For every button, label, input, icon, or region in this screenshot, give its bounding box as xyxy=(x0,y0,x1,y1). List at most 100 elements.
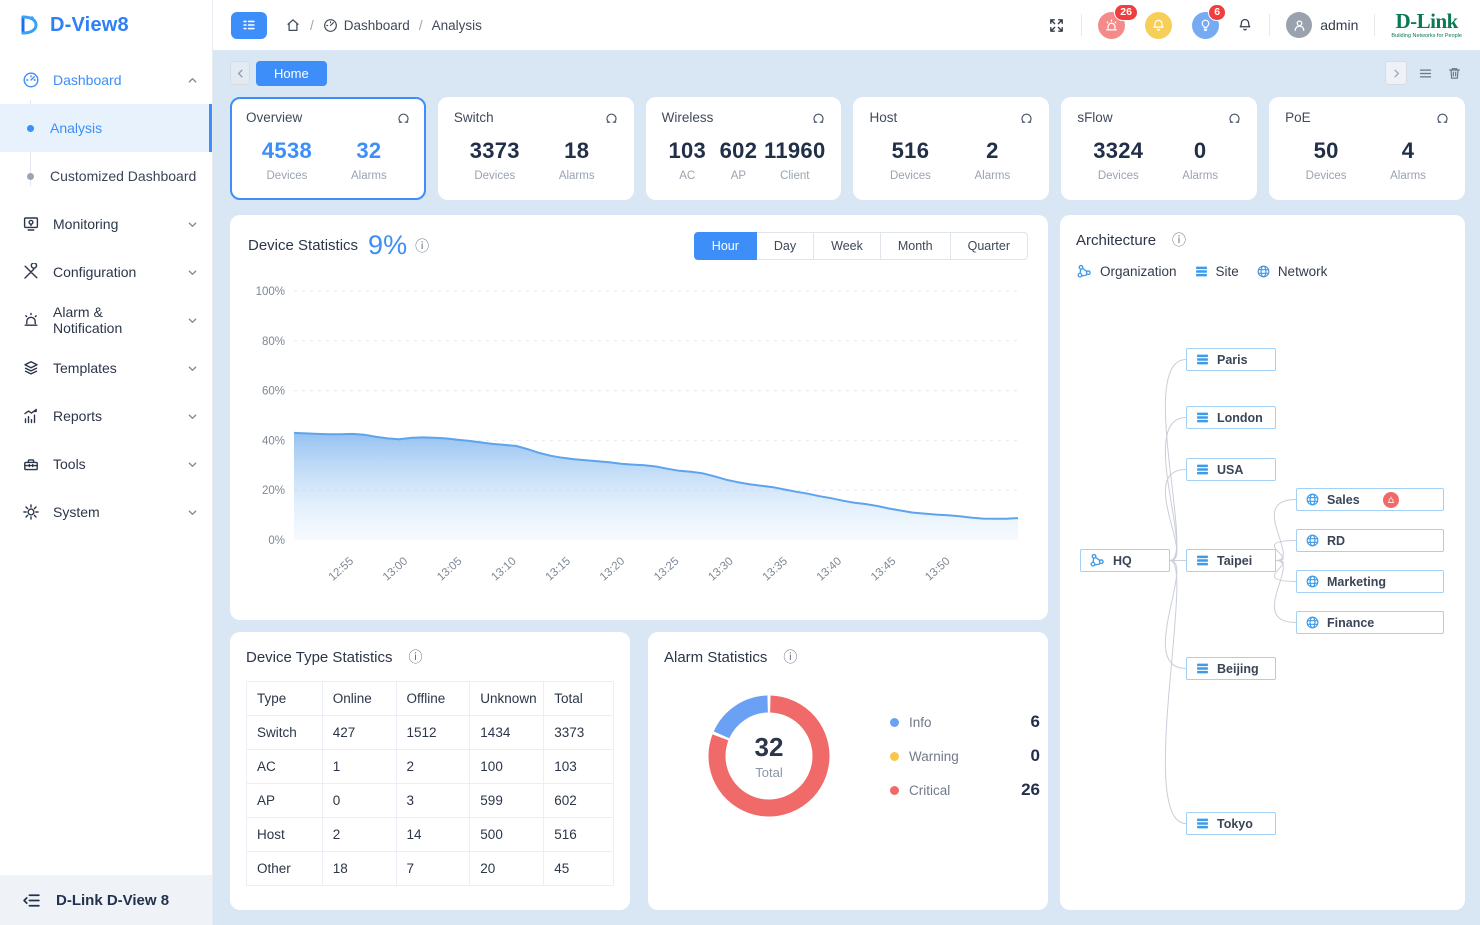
breadcrumb-analysis-label: Analysis xyxy=(432,18,482,33)
warning-alarms-button[interactable] xyxy=(1145,12,1172,39)
tabs-menu-button[interactable] xyxy=(1414,61,1436,85)
info-icon[interactable]: ⓘ xyxy=(1172,230,1186,250)
architecture-legend-site[interactable]: Site xyxy=(1216,264,1239,279)
home-icon xyxy=(285,17,301,33)
sidebar-item-alarm-notification[interactable]: Alarm & Notification xyxy=(0,296,212,344)
refresh-icon[interactable] xyxy=(1019,111,1034,126)
sidebar-collapse-button[interactable]: D-Link D-View 8 xyxy=(0,875,212,925)
dlink-logo-text: D-Link xyxy=(1391,11,1462,32)
tree-node-hq[interactable]: HQ xyxy=(1080,549,1170,572)
fullscreen-button[interactable] xyxy=(1048,17,1065,34)
range-button-hour[interactable]: Hour xyxy=(694,232,757,260)
stat-card-overview[interactable]: Overview4538Devices32Alarms xyxy=(230,97,426,200)
cell-unknown[interactable]: 20 xyxy=(470,852,544,886)
org-icon xyxy=(1089,552,1106,569)
info-icon[interactable]: ⓘ xyxy=(415,236,429,256)
content-area: Home Overview4538Devices32AlarmsSwitch33… xyxy=(213,50,1480,925)
card-metric-value: 0 xyxy=(1159,138,1241,164)
tree-node-label: HQ xyxy=(1113,554,1132,568)
network-icon xyxy=(1305,574,1320,589)
critical-alarms-button[interactable]: 26 xyxy=(1098,12,1125,39)
tree-node-usa[interactable]: USA xyxy=(1186,458,1276,481)
tree-node-marketing[interactable]: Marketing xyxy=(1296,570,1444,593)
cell-unknown[interactable]: 599 xyxy=(470,784,544,818)
user-menu[interactable]: admin xyxy=(1286,12,1358,38)
breadcrumb-dashboard[interactable]: Dashboard xyxy=(323,18,410,33)
table-row: Switch427151214343373 xyxy=(247,716,614,750)
sidebar-subitem-customized-dashboard[interactable]: Customized Dashboard xyxy=(0,152,212,200)
card-metric-label: AC xyxy=(662,170,713,182)
sidebar-item-system[interactable]: System xyxy=(0,488,212,536)
stat-card-poe[interactable]: PoE50Devices4Alarms xyxy=(1269,97,1465,200)
site-icon xyxy=(1195,462,1210,477)
range-button-day[interactable]: Day xyxy=(757,232,814,260)
tabs-scroll-right-button[interactable] xyxy=(1385,61,1407,85)
range-button-week[interactable]: Week xyxy=(814,232,881,260)
notifications-button[interactable] xyxy=(1237,17,1253,33)
tabs-scroll-left-button[interactable] xyxy=(230,61,250,85)
cell-total: 516 xyxy=(544,818,614,852)
alarm-legend-item-warning[interactable]: Warning0 xyxy=(890,746,1040,766)
sidebar-item-dashboard[interactable]: Dashboard xyxy=(0,56,212,104)
cell-online[interactable]: 18 xyxy=(322,852,396,886)
tree-node-tokyo[interactable]: Tokyo xyxy=(1186,812,1276,835)
cell-offline[interactable]: 7 xyxy=(396,852,470,886)
architecture-legend-network[interactable]: Network xyxy=(1278,264,1328,279)
sidebar-item-templates[interactable]: Templates xyxy=(0,344,212,392)
cell-unknown[interactable]: 1434 xyxy=(470,716,544,750)
cell-online[interactable]: 1 xyxy=(322,750,396,784)
cell-offline[interactable]: 3 xyxy=(396,784,470,818)
cell-offline[interactable]: 14 xyxy=(396,818,470,852)
architecture-legend-organization[interactable]: Organization xyxy=(1100,264,1177,279)
breadcrumb-home[interactable] xyxy=(285,17,301,33)
tree-node-taipei[interactable]: Taipei xyxy=(1186,549,1276,572)
chevron-down-icon xyxy=(187,219,198,230)
refresh-icon[interactable] xyxy=(1435,111,1450,126)
refresh-icon[interactable] xyxy=(1227,111,1242,126)
sidebar-item-monitoring[interactable]: Monitoring xyxy=(0,200,212,248)
cell-unknown[interactable]: 500 xyxy=(470,818,544,852)
cell-offline[interactable]: 1512 xyxy=(396,716,470,750)
toggle-sidebar-button[interactable] xyxy=(231,12,267,39)
alarm-legend-item-info[interactable]: Info6 xyxy=(890,712,1040,732)
breadcrumb-analysis[interactable]: Analysis xyxy=(432,18,482,33)
range-button-month[interactable]: Month xyxy=(881,232,951,260)
tree-node-rd[interactable]: RD xyxy=(1296,529,1444,552)
stat-cards: Overview4538Devices32AlarmsSwitch3373Dev… xyxy=(230,97,1465,200)
info-icon[interactable]: ⓘ xyxy=(408,647,422,667)
refresh-icon[interactable] xyxy=(604,111,619,126)
tree-node-paris[interactable]: Paris xyxy=(1186,348,1276,371)
tree-node-label: Taipei xyxy=(1217,554,1252,568)
info-alarms-button[interactable]: 6 xyxy=(1192,12,1219,39)
sidebar-item-reports[interactable]: Reports xyxy=(0,392,212,440)
info-icon[interactable]: ⓘ xyxy=(783,647,797,667)
cell-unknown[interactable]: 100 xyxy=(470,750,544,784)
tree-node-sales[interactable]: Sales xyxy=(1296,488,1444,511)
cell-offline[interactable]: 2 xyxy=(396,750,470,784)
tree-node-beijing[interactable]: Beijing xyxy=(1186,657,1276,680)
alarm-legend-item-critical[interactable]: Critical26 xyxy=(890,780,1040,800)
stat-card-switch[interactable]: Switch3373Devices18Alarms xyxy=(438,97,634,200)
sidebar-subitem-analysis[interactable]: Analysis xyxy=(0,104,212,152)
refresh-icon[interactable] xyxy=(396,111,411,126)
alarm-donut-chart: 32 Total xyxy=(706,693,832,819)
tree-node-finance[interactable]: Finance xyxy=(1296,611,1444,634)
svg-text:13:45: 13:45 xyxy=(869,555,898,583)
range-button-quarter[interactable]: Quarter xyxy=(951,232,1028,260)
refresh-icon[interactable] xyxy=(811,111,826,126)
tree-node-london[interactable]: London xyxy=(1186,406,1276,429)
tree-node-label: Sales xyxy=(1327,493,1360,507)
cell-type: Host xyxy=(247,818,323,852)
stat-card-host[interactable]: Host516Devices2Alarms xyxy=(853,97,1049,200)
stat-card-wireless[interactable]: Wireless103AC602AP11960Client xyxy=(646,97,842,200)
person-icon xyxy=(1292,18,1307,33)
sidebar-item-configuration[interactable]: Configuration xyxy=(0,248,212,296)
sidebar-item-tools[interactable]: Tools xyxy=(0,440,212,488)
cell-online[interactable]: 427 xyxy=(322,716,396,750)
cell-online[interactable]: 2 xyxy=(322,818,396,852)
app-logo[interactable]: D-View8 xyxy=(0,0,212,50)
tab-home[interactable]: Home xyxy=(256,61,327,86)
cell-online: 0 xyxy=(322,784,396,818)
tabs-close-all-button[interactable] xyxy=(1443,61,1465,85)
stat-card-sflow[interactable]: sFlow3324Devices0Alarms xyxy=(1061,97,1257,200)
